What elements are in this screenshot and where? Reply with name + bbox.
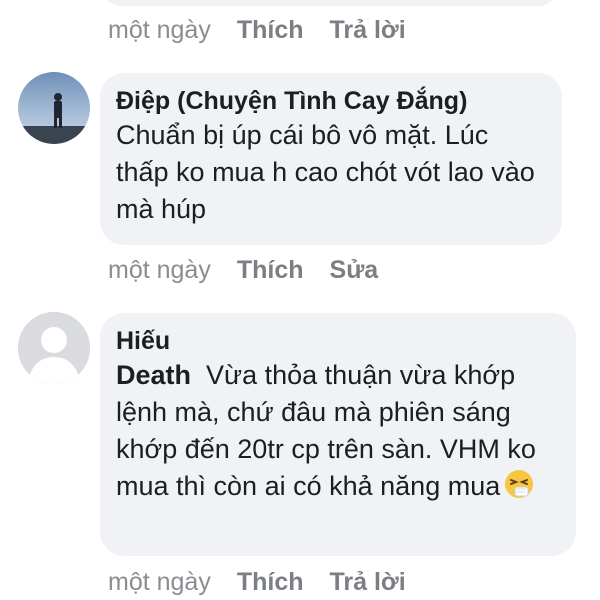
- comment-time[interactable]: một ngày: [108, 255, 211, 285]
- comment-text: Chuẩn bị úp cái bô vô mặt. Lúc thấp ko m…: [116, 120, 535, 224]
- comment-actions: một ngày Thích Trả lời: [108, 15, 432, 45]
- comment-actions: một ngày Thích Sửa: [108, 255, 404, 285]
- previous-comment-bubble: [100, 0, 560, 6]
- comment-time[interactable]: một ngày: [108, 15, 211, 45]
- reply-button[interactable]: Trả lời: [330, 15, 406, 45]
- avatar[interactable]: [18, 312, 90, 384]
- reply-button[interactable]: Trả lời: [330, 567, 406, 597]
- comment-actions: một ngày Thích Trả lời: [108, 567, 432, 597]
- sneezing-face-emoji-icon: [504, 469, 534, 499]
- like-button[interactable]: Thích: [237, 255, 304, 285]
- edit-button[interactable]: Sửa: [330, 255, 379, 285]
- default-person-avatar-icon: [18, 312, 90, 384]
- comment-text: Death Vừa thỏa thuận vừa khớp lệnh mà, c…: [116, 357, 558, 505]
- comment-bubble: Điệp (Chuyện Tình Cay Đắng) Chuẩn bị úp …: [100, 73, 562, 245]
- like-button[interactable]: Thích: [237, 15, 304, 45]
- like-button[interactable]: Thích: [237, 567, 304, 597]
- comment-bubble: Hiếu Death Vừa thỏa thuận vừa khớp lệnh …: [100, 313, 576, 556]
- comment-author[interactable]: Điệp (Chuyện Tình Cay Đắng): [116, 85, 544, 117]
- comment-time[interactable]: một ngày: [108, 567, 211, 597]
- photo-person-avatar-icon: [18, 72, 90, 144]
- comment-author[interactable]: Hiếu: [116, 325, 558, 357]
- mention-tag[interactable]: Death: [116, 360, 191, 390]
- avatar[interactable]: [18, 72, 90, 144]
